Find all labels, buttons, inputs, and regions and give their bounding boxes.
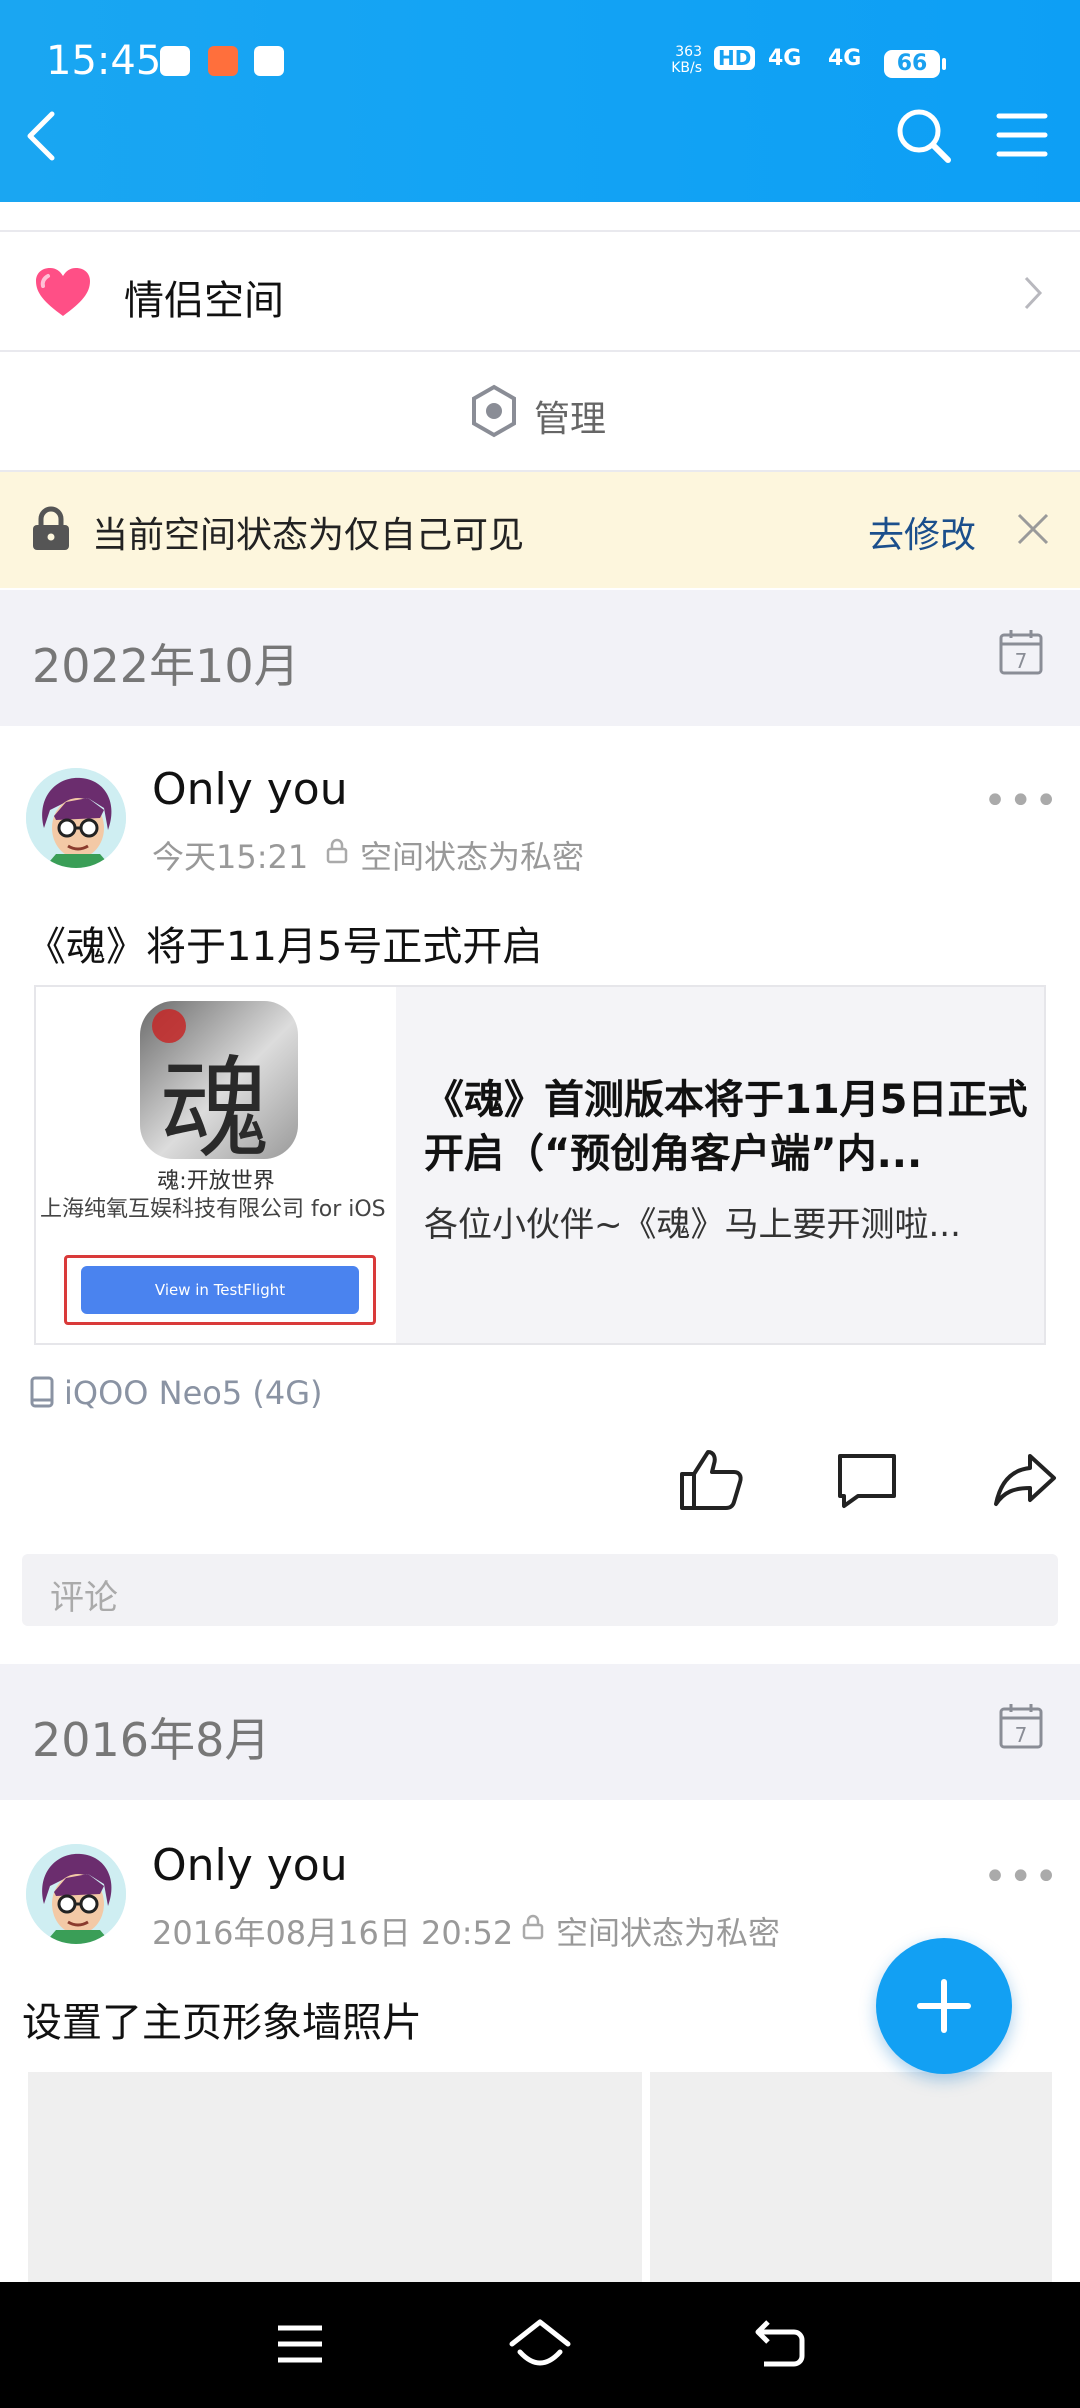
top-app-bar: 15:45 363 KB/s HD 4G 4G 66 bbox=[0, 0, 1080, 202]
recents-menu-icon[interactable] bbox=[276, 2322, 324, 2366]
comment-icon[interactable] bbox=[834, 1446, 900, 1512]
like-icon[interactable] bbox=[678, 1446, 744, 1512]
phone-icon bbox=[30, 1376, 54, 1408]
net-speed: 363 KB/s bbox=[671, 44, 702, 76]
lock-icon bbox=[326, 838, 348, 864]
calligraphy-glyph: 魂 bbox=[160, 1045, 270, 1173]
month-header: 2022年10月 7 bbox=[0, 590, 1080, 726]
more-icon[interactable]: ••• bbox=[983, 1854, 1060, 1900]
hexagon-settings-icon bbox=[472, 384, 516, 438]
modify-link[interactable]: 去修改 bbox=[868, 506, 976, 558]
couple-space-row[interactable]: 情侣空间 bbox=[0, 232, 1080, 350]
status-app-icon bbox=[160, 46, 190, 76]
share-title: 《魂》首测版本将于11月5日正式开启（“预创角客户端”内... bbox=[424, 1077, 1028, 1177]
status-app-icon bbox=[208, 46, 238, 76]
qzone-feed-screen: 15:45 363 KB/s HD 4G 4G 66 情侣空间 管理 当前空间状… bbox=[0, 0, 1080, 2408]
author-avatar[interactable] bbox=[26, 1844, 126, 1944]
home-icon[interactable] bbox=[508, 2316, 572, 2370]
wall-photo[interactable] bbox=[28, 2072, 642, 2286]
back-icon[interactable] bbox=[754, 2318, 806, 2368]
device-label: iQOO Neo5 (4G) bbox=[64, 1374, 323, 1412]
hd-badge: HD bbox=[714, 46, 756, 70]
share-description: 各位小伙伴~《魂》马上要开测啦... bbox=[424, 1205, 961, 1245]
comment-placeholder: 评论 bbox=[50, 1578, 118, 1618]
manage-button[interactable]: 管理 bbox=[0, 354, 1080, 470]
wall-photo[interactable] bbox=[650, 2072, 1052, 2286]
month-label: 2022年10月 bbox=[32, 639, 300, 693]
plus-icon bbox=[917, 1979, 971, 2033]
post-text: 设置了主页形象墙照片 bbox=[22, 2000, 422, 2046]
thumb-highlight: View in TestFlight bbox=[64, 1255, 376, 1325]
lock-icon bbox=[33, 506, 69, 550]
author-name[interactable]: Only you bbox=[152, 764, 348, 815]
heart-icon bbox=[36, 268, 90, 316]
lock-icon bbox=[522, 1914, 544, 1940]
calendar-icon[interactable]: 7 bbox=[998, 1702, 1044, 1750]
share-thumbnail: 魂 魂:开放世界 上海纯氧互娱科技有限公司 for iOS View in Te… bbox=[36, 987, 396, 1343]
game-app-icon: 魂 bbox=[140, 1001, 298, 1173]
post-time: 今天15:21 bbox=[152, 838, 309, 876]
testflight-button: View in TestFlight bbox=[81, 1266, 359, 1314]
month-header: 2016年8月 7 bbox=[0, 1664, 1080, 1800]
manage-label: 管理 bbox=[534, 399, 607, 440]
status-app-icon bbox=[254, 46, 284, 76]
back-chevron-icon[interactable] bbox=[20, 108, 60, 164]
status-time: 15:45 bbox=[46, 38, 162, 84]
more-icon[interactable]: ••• bbox=[983, 778, 1060, 824]
notice-text: 当前空间状态为仅自己可见 bbox=[92, 515, 525, 556]
svg-text:7: 7 bbox=[1015, 649, 1028, 673]
calendar-icon[interactable]: 7 bbox=[998, 628, 1044, 676]
search-icon[interactable] bbox=[894, 106, 954, 166]
shared-link-card[interactable]: 魂 魂:开放世界 上海纯氧互娱科技有限公司 for iOS View in Te… bbox=[34, 985, 1046, 1345]
author-avatar[interactable] bbox=[26, 768, 126, 868]
close-icon[interactable] bbox=[1016, 512, 1050, 546]
post-text: 《魂》将于11月5号正式开启 bbox=[26, 924, 543, 970]
share-icon[interactable] bbox=[992, 1446, 1058, 1512]
sim2-signal: 4G bbox=[828, 46, 862, 71]
month-label: 2016年8月 bbox=[32, 1713, 271, 1767]
chevron-right-icon bbox=[1024, 276, 1043, 310]
post-privacy: 空间状态为私密 bbox=[360, 838, 585, 876]
comment-input[interactable]: 评论 bbox=[22, 1554, 1058, 1626]
post-time: 2016年08月16日 20:52 bbox=[152, 1914, 514, 1952]
post-privacy: 空间状态为私密 bbox=[556, 1914, 781, 1952]
compose-fab[interactable] bbox=[876, 1938, 1012, 2074]
thumb-company: 上海纯氧互娱科技有限公司 for iOS bbox=[40, 1197, 386, 1222]
system-nav-bar bbox=[0, 2282, 1080, 2408]
svg-text:7: 7 bbox=[1015, 1723, 1028, 1747]
author-name[interactable]: Only you bbox=[152, 1840, 348, 1891]
couple-space-label: 情侣空间 bbox=[124, 278, 284, 324]
divider bbox=[0, 350, 1080, 352]
sim1-signal: 4G bbox=[768, 46, 802, 71]
privacy-notice-banner: 当前空间状态为仅自己可见 去修改 bbox=[0, 472, 1080, 588]
battery-indicator: 66 bbox=[884, 50, 946, 78]
menu-icon[interactable] bbox=[996, 110, 1048, 160]
